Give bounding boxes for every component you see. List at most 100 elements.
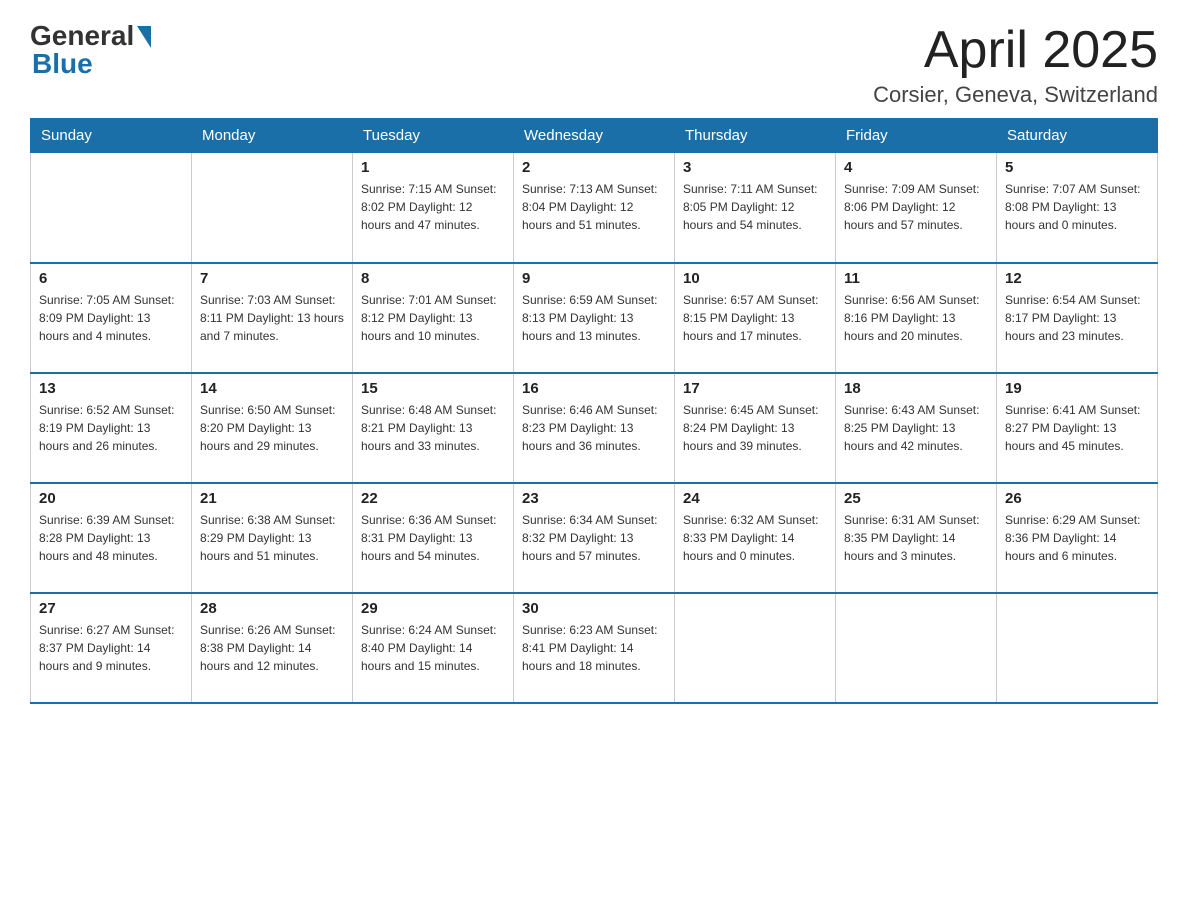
- header-day-wednesday: Wednesday: [514, 119, 675, 153]
- calendar-cell: [31, 153, 192, 263]
- calendar-cell: 9Sunrise: 6:59 AM Sunset: 8:13 PM Daylig…: [514, 263, 675, 373]
- month-title: April 2025: [873, 20, 1158, 80]
- header-day-thursday: Thursday: [675, 119, 836, 153]
- calendar-cell: 7 Sunrise: 7:03 AM Sunset: 8:11 PM Daylig…: [192, 263, 353, 373]
- day-number: 8: [361, 270, 505, 287]
- calendar-week-4: 27 Sunrise: 6:27 AM Sunset: 8:37 PM Dayli…: [31, 593, 1158, 703]
- day-info: Sunrise: 6:45 AM Sunset: 8:24 PM Dayligh…: [683, 401, 827, 455]
- day-number: 21: [200, 490, 344, 507]
- day-info: Sunrise: 6:41 AM Sunset: 8:27 PM Dayligh…: [1005, 401, 1149, 455]
- day-number: 18: [844, 380, 988, 397]
- header-row: SundayMondayTuesdayWednesdayThursdayFrid…: [31, 119, 1158, 153]
- day-number: 12: [1005, 270, 1149, 287]
- day-number: 6: [39, 270, 183, 287]
- day-number: 20: [39, 490, 183, 507]
- day-info: Sunrise: 6:52 AM Sunset: 8:19 PM Dayligh…: [39, 401, 183, 455]
- day-info: Sunrise: 6:36 AM Sunset: 8:31 PM Dayligh…: [361, 511, 505, 565]
- day-number: 13: [39, 380, 183, 397]
- calendar-cell: 30Sunrise: 6:23 AM Sunset: 8:41 PM Dayli…: [514, 593, 675, 703]
- day-number: 19: [1005, 380, 1149, 397]
- location-title: Corsier, Geneva, Switzerland: [873, 82, 1158, 108]
- calendar-cell: 19 Sunrise: 6:41 AM Sunset: 8:27 PM Dayli…: [997, 373, 1158, 483]
- day-info: Sunrise: 6:56 AM Sunset: 8:16 PM Dayligh…: [844, 291, 988, 345]
- day-info: Sunrise: 7:15 AM Sunset: 8:02 PM Dayligh…: [361, 180, 505, 234]
- day-info: Sunrise: 6:50 AM Sunset: 8:20 PM Dayligh…: [200, 401, 344, 455]
- day-number: 26: [1005, 490, 1149, 507]
- calendar-cell: 27 Sunrise: 6:27 AM Sunset: 8:37 PM Dayli…: [31, 593, 192, 703]
- calendar-cell: 16 Sunrise: 6:46 AM Sunset: 8:23 PM Dayli…: [514, 373, 675, 483]
- calendar-cell: 28 Sunrise: 6:26 AM Sunset: 8:38 PM Dayli…: [192, 593, 353, 703]
- day-info: Sunrise: 6:46 AM Sunset: 8:23 PM Dayligh…: [522, 401, 666, 455]
- day-number: 27: [39, 600, 183, 617]
- day-info: Sunrise: 7:03 AM Sunset: 8:11 PM Dayligh…: [200, 291, 344, 345]
- day-info: Sunrise: 6:43 AM Sunset: 8:25 PM Dayligh…: [844, 401, 988, 455]
- day-number: 14: [200, 380, 344, 397]
- day-info: Sunrise: 6:54 AM Sunset: 8:17 PM Dayligh…: [1005, 291, 1149, 345]
- day-number: 16: [522, 380, 666, 397]
- day-info: Sunrise: 7:09 AM Sunset: 8:06 PM Dayligh…: [844, 180, 988, 234]
- calendar-cell: 13 Sunrise: 6:52 AM Sunset: 8:19 PM Dayli…: [31, 373, 192, 483]
- calendar-week-0: 1 Sunrise: 7:15 AM Sunset: 8:02 PM Daylig…: [31, 153, 1158, 263]
- day-number: 5: [1005, 159, 1149, 176]
- calendar-cell: 4 Sunrise: 7:09 AM Sunset: 8:06 PM Daylig…: [836, 153, 997, 263]
- day-info: Sunrise: 6:57 AM Sunset: 8:15 PM Dayligh…: [683, 291, 827, 345]
- day-number: 3: [683, 159, 827, 176]
- day-info: Sunrise: 6:32 AM Sunset: 8:33 PM Dayligh…: [683, 511, 827, 565]
- day-info: Sunrise: 6:24 AM Sunset: 8:40 PM Dayligh…: [361, 621, 505, 675]
- header-day-monday: Monday: [192, 119, 353, 153]
- day-number: 11: [844, 270, 988, 287]
- day-number: 10: [683, 270, 827, 287]
- day-info: Sunrise: 6:38 AM Sunset: 8:29 PM Dayligh…: [200, 511, 344, 565]
- title-section: April 2025 Corsier, Geneva, Switzerland: [873, 20, 1158, 108]
- calendar-cell: 8 Sunrise: 7:01 AM Sunset: 8:12 PM Daylig…: [353, 263, 514, 373]
- calendar-cell: 10 Sunrise: 6:57 AM Sunset: 8:15 PM Dayli…: [675, 263, 836, 373]
- header-day-tuesday: Tuesday: [353, 119, 514, 153]
- day-info: Sunrise: 6:34 AM Sunset: 8:32 PM Dayligh…: [522, 511, 666, 565]
- calendar-cell: 2 Sunrise: 7:13 AM Sunset: 8:04 PM Daylig…: [514, 153, 675, 263]
- day-info: Sunrise: 6:29 AM Sunset: 8:36 PM Dayligh…: [1005, 511, 1149, 565]
- calendar-cell: 3Sunrise: 7:11 AM Sunset: 8:05 PM Daylig…: [675, 153, 836, 263]
- day-number: 17: [683, 380, 827, 397]
- calendar-cell: 11 Sunrise: 6:56 AM Sunset: 8:16 PM Dayli…: [836, 263, 997, 373]
- day-info: Sunrise: 6:26 AM Sunset: 8:38 PM Dayligh…: [200, 621, 344, 675]
- calendar-cell: 12 Sunrise: 6:54 AM Sunset: 8:17 PM Dayli…: [997, 263, 1158, 373]
- day-info: Sunrise: 6:39 AM Sunset: 8:28 PM Dayligh…: [39, 511, 183, 565]
- calendar-cell: 14 Sunrise: 6:50 AM Sunset: 8:20 PM Dayli…: [192, 373, 353, 483]
- calendar-cell: [836, 593, 997, 703]
- calendar-cell: 25Sunrise: 6:31 AM Sunset: 8:35 PM Dayli…: [836, 483, 997, 593]
- page-header: General Blue April 2025 Corsier, Geneva,…: [30, 20, 1158, 108]
- day-number: 2: [522, 159, 666, 176]
- header-day-friday: Friday: [836, 119, 997, 153]
- day-info: Sunrise: 6:48 AM Sunset: 8:21 PM Dayligh…: [361, 401, 505, 455]
- calendar-cell: 1 Sunrise: 7:15 AM Sunset: 8:02 PM Daylig…: [353, 153, 514, 263]
- calendar-cell: 26 Sunrise: 6:29 AM Sunset: 8:36 PM Dayli…: [997, 483, 1158, 593]
- calendar-body: 1 Sunrise: 7:15 AM Sunset: 8:02 PM Daylig…: [31, 153, 1158, 703]
- day-info: Sunrise: 6:59 AM Sunset: 8:13 PM Dayligh…: [522, 291, 666, 345]
- calendar-cell: 6 Sunrise: 7:05 AM Sunset: 8:09 PM Daylig…: [31, 263, 192, 373]
- day-info: Sunrise: 7:07 AM Sunset: 8:08 PM Dayligh…: [1005, 180, 1149, 234]
- calendar-cell: 22Sunrise: 6:36 AM Sunset: 8:31 PM Dayli…: [353, 483, 514, 593]
- calendar-cell: 23Sunrise: 6:34 AM Sunset: 8:32 PM Dayli…: [514, 483, 675, 593]
- header-day-sunday: Sunday: [31, 119, 192, 153]
- logo: General Blue: [30, 20, 151, 80]
- day-info: Sunrise: 7:05 AM Sunset: 8:09 PM Dayligh…: [39, 291, 183, 345]
- day-number: 24: [683, 490, 827, 507]
- calendar-cell: [997, 593, 1158, 703]
- calendar-cell: 5 Sunrise: 7:07 AM Sunset: 8:08 PM Daylig…: [997, 153, 1158, 263]
- calendar-week-1: 6 Sunrise: 7:05 AM Sunset: 8:09 PM Daylig…: [31, 263, 1158, 373]
- day-number: 4: [844, 159, 988, 176]
- calendar-cell: [192, 153, 353, 263]
- calendar-cell: 17 Sunrise: 6:45 AM Sunset: 8:24 PM Dayli…: [675, 373, 836, 483]
- calendar-cell: 18 Sunrise: 6:43 AM Sunset: 8:25 PM Dayli…: [836, 373, 997, 483]
- calendar-week-2: 13 Sunrise: 6:52 AM Sunset: 8:19 PM Dayli…: [31, 373, 1158, 483]
- day-number: 28: [200, 600, 344, 617]
- calendar-week-3: 20 Sunrise: 6:39 AM Sunset: 8:28 PM Dayli…: [31, 483, 1158, 593]
- calendar-table: SundayMondayTuesdayWednesdayThursdayFrid…: [30, 118, 1158, 704]
- logo-blue-text: Blue: [32, 48, 93, 80]
- day-number: 7: [200, 270, 344, 287]
- day-info: Sunrise: 6:27 AM Sunset: 8:37 PM Dayligh…: [39, 621, 183, 675]
- day-info: Sunrise: 7:13 AM Sunset: 8:04 PM Dayligh…: [522, 180, 666, 234]
- day-info: Sunrise: 7:01 AM Sunset: 8:12 PM Dayligh…: [361, 291, 505, 345]
- calendar-cell: [675, 593, 836, 703]
- day-number: 1: [361, 159, 505, 176]
